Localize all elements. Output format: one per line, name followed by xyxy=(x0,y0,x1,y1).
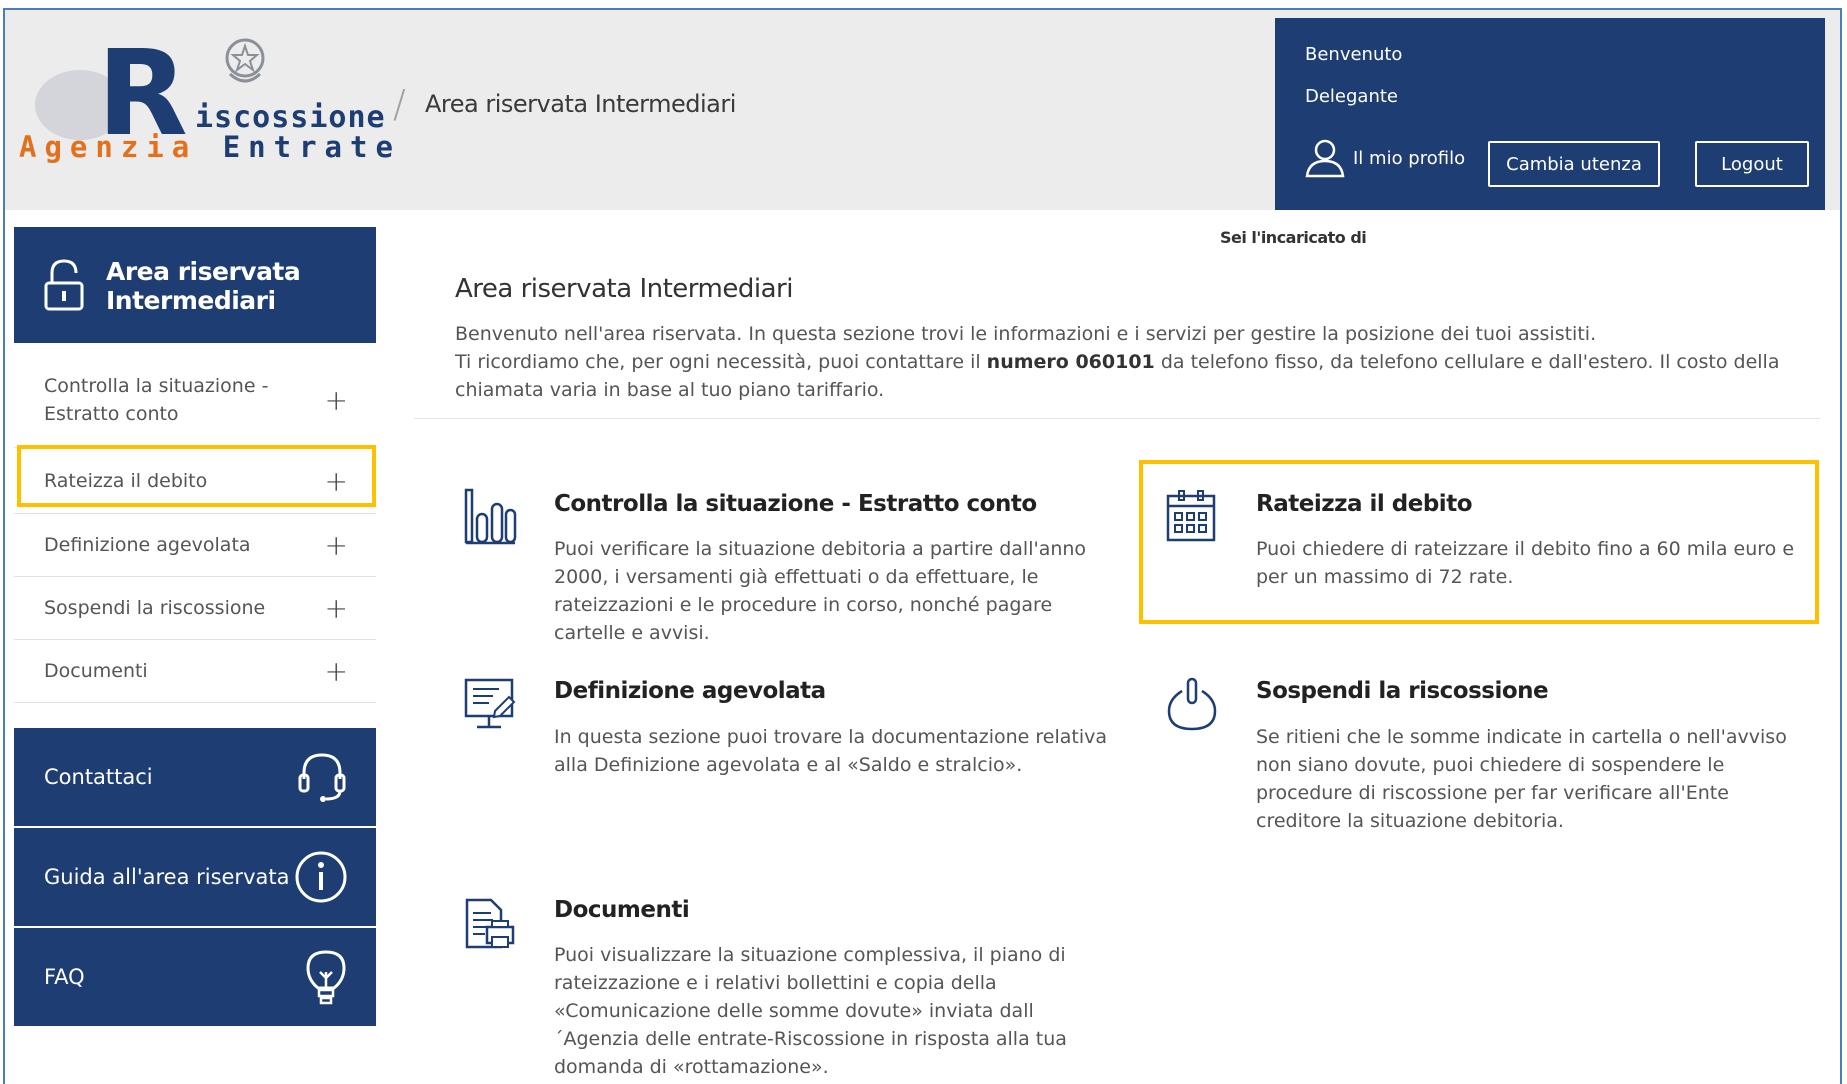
faq-button[interactable]: FAQ xyxy=(14,928,376,1026)
italian-emblem-icon xyxy=(225,38,265,83)
incaricato-label: Sei l'incaricato di xyxy=(1220,228,1367,247)
sidebar-item-controlla[interactable]: Controlla la situazione - Estratto conto… xyxy=(14,352,376,448)
breadcrumb-separator: / xyxy=(393,82,406,126)
card-title[interactable]: Rateizza il debito xyxy=(1256,491,1473,517)
intro-line2: Ti ricordiamo che, per ogni necessità, p… xyxy=(455,348,1785,404)
welcome-text: Benvenuto xyxy=(1305,44,1403,65)
intro-line1: Benvenuto nell'area riservata. In questa… xyxy=(455,323,1597,345)
card-description: Puoi visualizzare la situazione compless… xyxy=(554,944,1067,1078)
sidebar-item-label: Controlla la situazione - Estratto conto xyxy=(44,372,268,428)
plus-icon[interactable]: + xyxy=(325,655,348,688)
plus-icon[interactable]: + xyxy=(325,592,348,625)
intro-text: Benvenuto nell'area riservata. In questa… xyxy=(455,320,1785,404)
user-panel: Benvenuto Delegante Il mio profilo Cambi… xyxy=(1275,18,1825,210)
page-title: Area riservata Intermediari xyxy=(455,274,793,304)
sidebar-item-definizione[interactable]: Definizione agevolata + xyxy=(14,514,376,577)
contattaci-button[interactable]: Contattaci xyxy=(14,728,376,826)
calendar-icon xyxy=(1166,490,1216,542)
phone-number: numero 060101 xyxy=(986,351,1155,373)
plus-icon[interactable]: + xyxy=(325,529,348,562)
plus-icon[interactable]: + xyxy=(325,383,348,416)
sidebar-title-line1: Area riservata xyxy=(106,257,301,286)
faq-label: FAQ xyxy=(44,965,85,989)
intro-line2-start: Ti ricordiamo che, per ogni necessità, p… xyxy=(455,351,987,373)
card-description: In questa sezione puoi trovare la docume… xyxy=(554,726,1108,776)
user-icon xyxy=(1305,139,1345,178)
card-description: Puoi verificare la situazione debitoria … xyxy=(554,538,1087,644)
power-icon xyxy=(1167,677,1217,731)
sidebar-item-label: Definizione agevolata xyxy=(44,534,251,556)
change-user-button[interactable]: Cambia utenza xyxy=(1488,141,1660,187)
breadcrumb-title: Area riservata Intermediari xyxy=(425,90,736,118)
sidebar-item-label: Rateizza il debito xyxy=(44,469,208,492)
header: R iscossione Agenzia Entrate / Area rise… xyxy=(5,10,1840,210)
lock-icon xyxy=(44,259,84,311)
guida-label: Guida all'area riservata xyxy=(44,865,290,889)
plus-icon[interactable]: + xyxy=(325,464,348,497)
sidebar-title: Area riservata Intermediari xyxy=(106,257,301,315)
card-title[interactable]: Sospendi la riscossione xyxy=(1256,678,1549,704)
sidebar-header: Area riservata Intermediari xyxy=(14,227,376,343)
card-title[interactable]: Documenti xyxy=(554,897,690,923)
divider xyxy=(414,418,1820,419)
headset-icon xyxy=(298,753,346,802)
card-description: Se ritieni che le somme indicate in cart… xyxy=(1256,726,1787,832)
sidebar-item-label-line1: Controlla la situazione - xyxy=(44,374,269,397)
sidebar-title-line2: Intermediari xyxy=(106,286,276,315)
document-print-icon xyxy=(465,898,515,949)
sidebar-item-documenti[interactable]: Documenti + xyxy=(14,640,376,703)
agenzia-riscossione-logo[interactable]: R iscossione Agenzia Entrate xyxy=(15,22,393,172)
card-title[interactable]: Controlla la situazione - Estratto conto xyxy=(554,491,1037,517)
sidebar-item-label: Documenti xyxy=(44,660,148,682)
lightbulb-icon xyxy=(306,950,346,1005)
sidebar-item-label: Sospendi la riscossione xyxy=(44,597,266,619)
logo-text-agenzia-entrate: Agenzia Entrate xyxy=(19,130,401,164)
contattaci-label: Contattaci xyxy=(44,765,153,789)
chart-icon xyxy=(464,488,517,545)
sidebar-menu: Controlla la situazione - Estratto conto… xyxy=(14,352,376,703)
info-icon xyxy=(295,851,347,903)
my-profile-label: Il mio profilo xyxy=(1353,147,1466,169)
user-role: Delegante xyxy=(1305,86,1399,107)
logout-button[interactable]: Logout xyxy=(1695,141,1809,187)
card-description: Puoi chiedere di rateizzare il debito fi… xyxy=(1256,538,1795,588)
sidebar-item-rateizza[interactable]: Rateizza il debito + xyxy=(14,448,376,514)
monitor-edit-icon xyxy=(464,678,516,729)
logo-text-agenzia: Agenzia xyxy=(19,130,198,164)
card-title[interactable]: Definizione agevolata xyxy=(554,678,826,704)
my-profile-link[interactable]: Il mio profilo xyxy=(1303,136,1465,180)
sidebar-item-label-line2: Estratto conto xyxy=(44,402,179,425)
logo-text-entrate: Entrate xyxy=(222,130,401,164)
guida-area-riservata-button[interactable]: Guida all'area riservata xyxy=(14,828,376,926)
sidebar-item-sospendi[interactable]: Sospendi la riscossione + xyxy=(14,577,376,640)
